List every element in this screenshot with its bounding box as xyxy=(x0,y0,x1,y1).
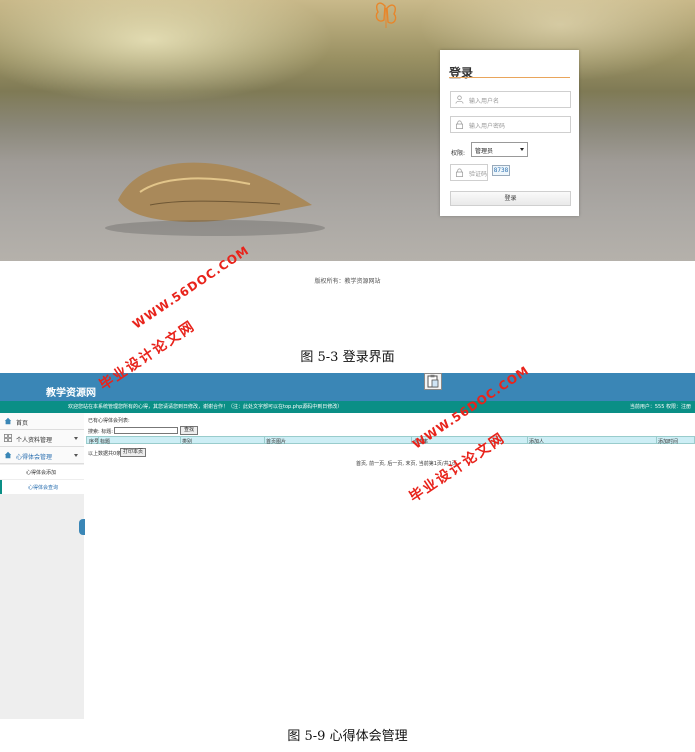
notice-bar: 欢迎您站在本系统管理您所有的心得，其您请请您到日修改，谢谢合作！（注：此处文字部… xyxy=(0,401,695,413)
column-header: 标题 xyxy=(100,439,111,445)
figure-caption-login: 图 5-3 登录界面 xyxy=(300,350,395,365)
clipboard-icon xyxy=(424,373,442,390)
main-content: 已有心得体会列表: 搜索: 标题: 查找 序号 标题 类别 首页图片 点击率 添… xyxy=(86,413,695,719)
login-title: 登录 xyxy=(449,66,474,80)
column-header: 类别 xyxy=(182,439,193,445)
column-header: 首页图片 xyxy=(266,439,287,445)
figure-caption-admin: 图 5-9 心得体会管理 xyxy=(287,729,408,744)
copyright-footer: 版权所有：教学资源网站 xyxy=(314,278,381,285)
chevron-down-icon xyxy=(74,437,78,440)
captcha-image[interactable]: 8738 xyxy=(492,165,510,176)
butterfly-logo-icon xyxy=(375,2,397,28)
home-icon xyxy=(4,451,12,459)
sidebar-item-label: 心得体会管理 xyxy=(16,454,53,461)
grid-icon xyxy=(4,434,12,442)
column-divider xyxy=(180,437,181,443)
content-heading: 已有心得体会列表: xyxy=(88,418,130,424)
sidebar-item-experience[interactable]: 心得体会管理 xyxy=(0,447,84,464)
column-divider xyxy=(656,437,657,443)
column-header: 添加人 xyxy=(529,439,545,445)
login-button[interactable]: 登录 xyxy=(450,191,571,206)
leaf-image xyxy=(105,162,325,236)
lock-icon xyxy=(455,168,464,177)
user-icon xyxy=(455,95,464,104)
chevron-down-icon xyxy=(520,148,524,151)
submenu-item-query[interactable]: 心得体会查询 xyxy=(0,480,84,494)
admin-screenshot: 教学资源网 欢迎您站在本系统管理您所有的心得，其您请请您到日修改，谢谢合作！（注… xyxy=(0,373,695,719)
sidebar-item-label: 个人资料管理 xyxy=(16,437,53,444)
submenu-item-add[interactable]: 心得体会添加 xyxy=(0,465,84,479)
role-label: 权限: xyxy=(451,150,466,157)
notice-text: 欢迎您站在本系统管理您所有的心得，其您请请您到日修改，谢谢合作！（注：此处文字部… xyxy=(68,404,343,410)
chevron-down-icon xyxy=(74,454,78,457)
print-page-button[interactable]: 打印本页 xyxy=(120,448,146,457)
home-icon xyxy=(4,417,12,425)
role-selected-value: 管理员 xyxy=(475,148,494,155)
table-header: 序号 标题 类别 首页图片 点击率 添加人 添加时间 xyxy=(86,436,695,445)
title-divider xyxy=(449,77,570,78)
password-input[interactable]: 输入用户密码 xyxy=(450,116,571,133)
login-background xyxy=(0,0,695,261)
sidebar-collapse-handle[interactable] xyxy=(79,519,85,535)
column-header: 添加时间 xyxy=(658,439,679,445)
submenu-item-label: 心得体会添加 xyxy=(26,470,57,476)
column-divider xyxy=(264,437,265,443)
login-panel: 登录 输入用户名 输入用户密码 权限: 管理员 验证码 8738 登录 xyxy=(440,50,579,216)
submenu-item-label: 心得体会查询 xyxy=(28,485,59,491)
site-title: 教学资源网 xyxy=(46,388,96,399)
title-search-input[interactable] xyxy=(114,427,178,434)
search-label: 搜索: 标题: xyxy=(88,429,113,435)
sidebar: 首页 个人资料管理 心得体会管理 心得体会添加 心得体会查询 xyxy=(0,413,85,719)
search-button[interactable]: 查找 xyxy=(180,426,198,435)
sidebar-item-home[interactable]: 首页 xyxy=(0,413,84,430)
username-placeholder: 输入用户名 xyxy=(469,98,500,105)
column-divider xyxy=(527,437,528,443)
sidebar-item-label: 首页 xyxy=(16,420,29,427)
lock-icon xyxy=(455,120,464,129)
password-placeholder: 输入用户密码 xyxy=(469,123,506,130)
username-input[interactable]: 输入用户名 xyxy=(450,91,571,108)
current-user-info: 当前用户：555 权限：注册 xyxy=(629,404,691,410)
record-count: 以上数据共0条, xyxy=(88,451,123,457)
sidebar-item-profile[interactable]: 个人资料管理 xyxy=(0,430,84,447)
column-divider xyxy=(98,437,99,443)
role-select[interactable]: 管理员 xyxy=(471,142,528,157)
captcha-placeholder: 验证码 xyxy=(469,171,488,178)
captcha-input[interactable]: 验证码 xyxy=(450,164,488,181)
